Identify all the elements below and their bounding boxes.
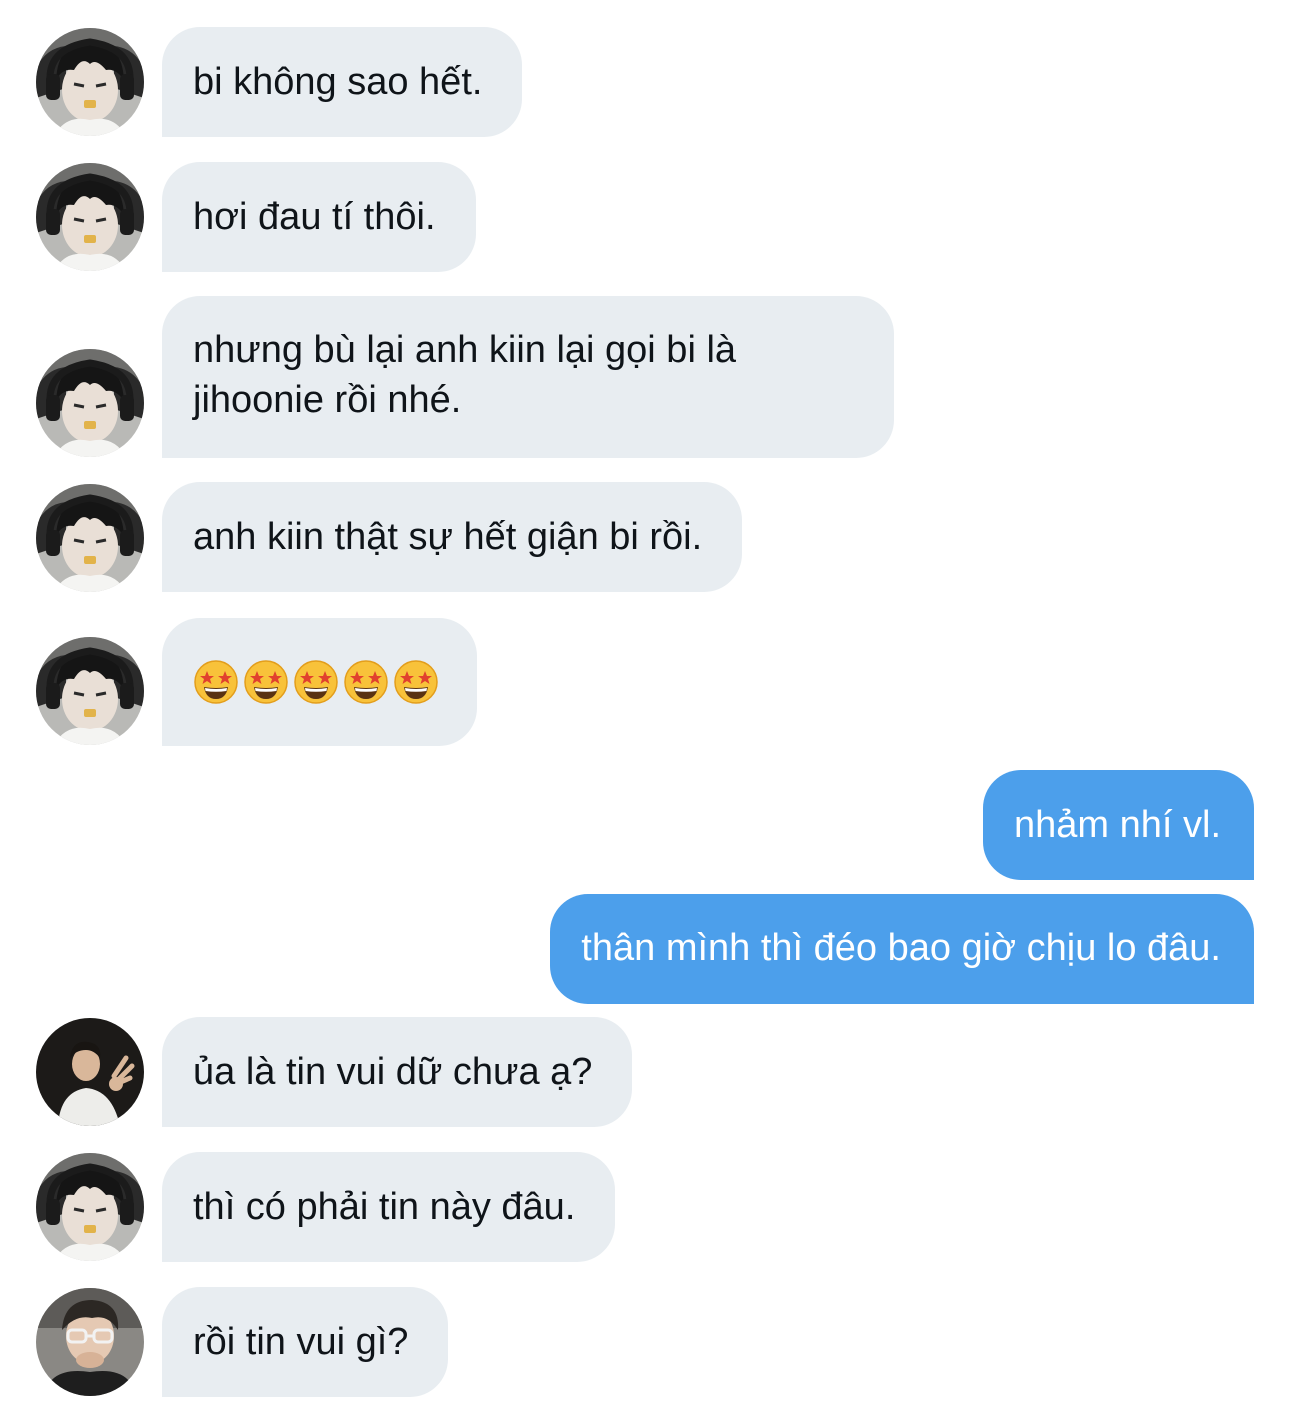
avatar[interactable] — [36, 1153, 144, 1261]
message-text: ủa là tin vui dữ chưa ạ? — [193, 1051, 593, 1093]
incoming-message-bubble[interactable]: hơi đau tí thôi. — [162, 162, 476, 272]
star-struck-emoji-icon — [393, 659, 439, 705]
avatar[interactable] — [36, 163, 144, 271]
avatar-bi-image — [36, 349, 144, 457]
avatar[interactable] — [36, 1288, 144, 1396]
outgoing-message-bubble[interactable]: nhảm nhí vl. — [983, 770, 1254, 880]
star-struck-emoji-icon — [293, 659, 339, 705]
incoming-message-bubble[interactable]: anh kiin thật sự hết giận bi rồi. — [162, 482, 743, 592]
incoming-message-bubble[interactable] — [162, 618, 477, 746]
message-text-line-1: nhưng bù lại anh kiin lại gọi bi là — [193, 329, 737, 371]
avatar-guy-dark-image — [36, 1018, 144, 1126]
incoming-message-bubble[interactable]: nhưng bù lại anh kiin lại gọi bi là jiho… — [162, 296, 895, 458]
avatar[interactable] — [36, 484, 144, 592]
incoming-message-bubble[interactable]: ủa là tin vui dữ chưa ạ? — [162, 1017, 633, 1127]
message-text: thì có phải tin này đâu. — [193, 1186, 576, 1228]
incoming-message-bubble[interactable]: thì có phải tin này đâu. — [162, 1152, 616, 1262]
avatar-bi-image — [36, 637, 144, 745]
avatar-bi-image — [36, 1153, 144, 1261]
avatar-bi-image — [36, 484, 144, 592]
star-struck-emoji-icon — [343, 659, 389, 705]
message-text-line-2: jihoonie rồi nhé. — [193, 379, 462, 421]
emoji-row — [193, 618, 477, 746]
message-text: bi không sao hết. — [193, 61, 483, 103]
star-struck-emoji-icon — [193, 659, 239, 705]
avatar[interactable] — [36, 1018, 144, 1126]
message-text: hơi đau tí thôi. — [193, 196, 436, 238]
avatar[interactable] — [36, 637, 144, 745]
avatar-guy-glasses-image — [36, 1288, 144, 1396]
incoming-message-bubble[interactable]: rồi tin vui gì? — [162, 1287, 449, 1397]
outgoing-message-bubble[interactable]: thân mình thì đéo bao giờ chịu lo đâu. — [550, 894, 1254, 1004]
avatar-bi-image — [36, 163, 144, 271]
star-struck-emoji-icon — [243, 659, 289, 705]
avatar[interactable] — [36, 349, 144, 457]
message-text: anh kiin thật sự hết giận bi rồi. — [193, 516, 703, 558]
avatar[interactable] — [36, 28, 144, 136]
message-text: rồi tin vui gì? — [193, 1321, 409, 1363]
message-text: nhảm nhí vl. — [1014, 804, 1221, 846]
avatar-bi-image — [36, 28, 144, 136]
message-text: thân mình thì đéo bao giờ chịu lo đâu. — [581, 927, 1221, 969]
incoming-message-bubble[interactable]: bi không sao hết. — [162, 27, 523, 137]
